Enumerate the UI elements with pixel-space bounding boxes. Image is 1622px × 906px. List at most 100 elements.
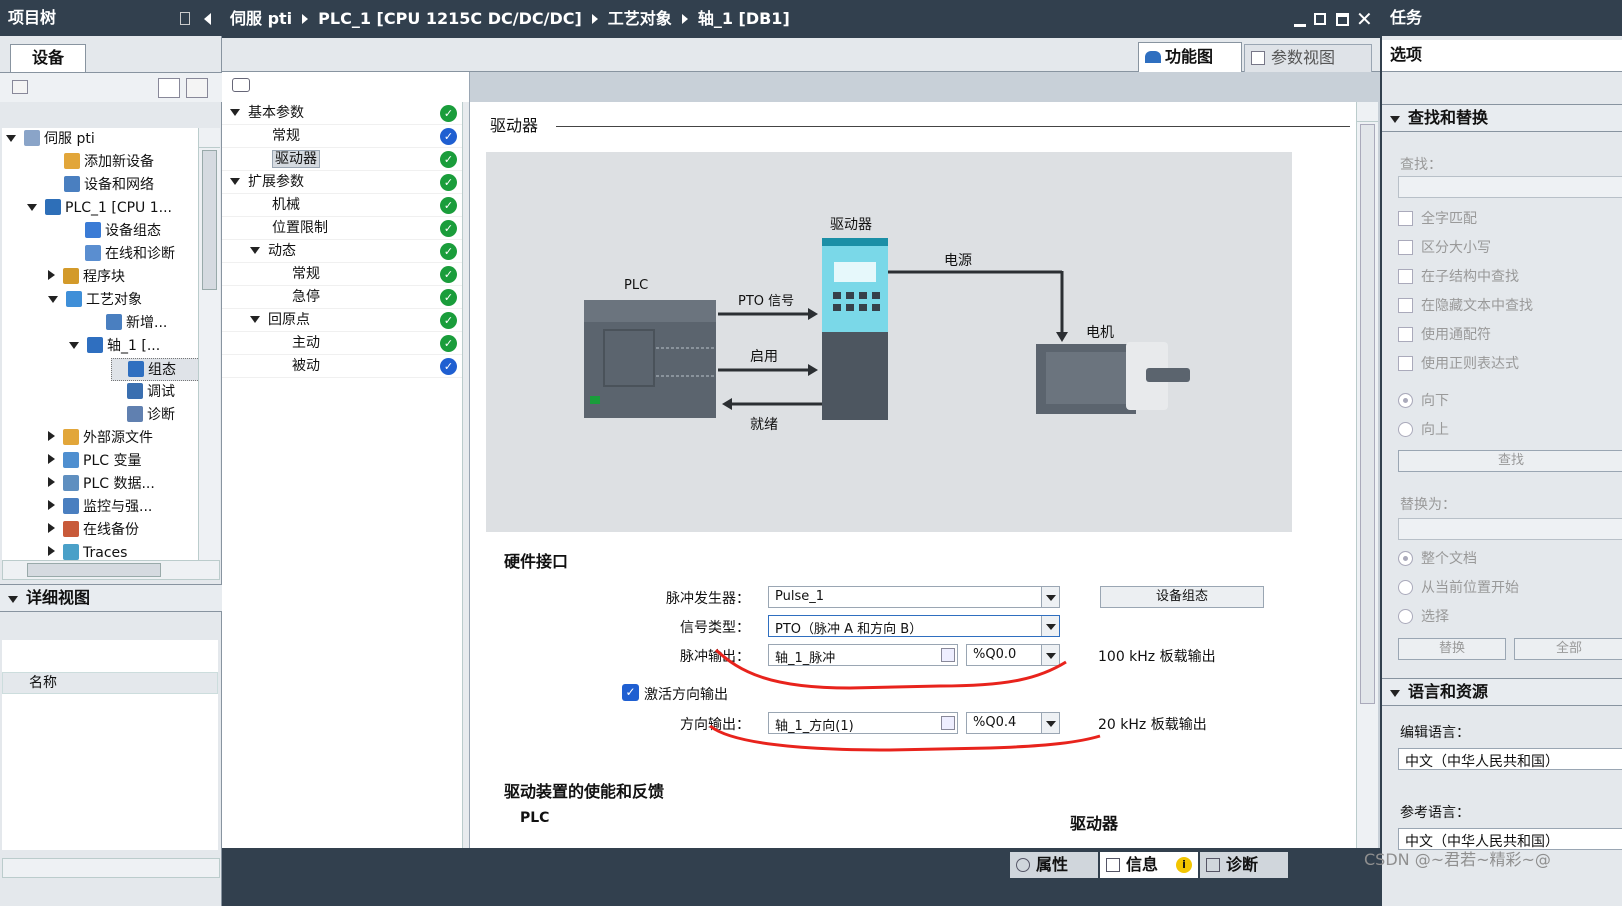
dir-out-field[interactable]: 轴_1_方向(1) bbox=[768, 712, 958, 734]
dir-out-addr-field[interactable]: %Q0.4 bbox=[966, 712, 1060, 734]
expand-down-icon[interactable] bbox=[250, 316, 260, 323]
expand-right-icon[interactable] bbox=[48, 546, 55, 556]
scroll-up-icon[interactable] bbox=[199, 128, 220, 148]
expand-down-icon[interactable] bbox=[250, 247, 260, 254]
tab-devices[interactable]: 设备 bbox=[10, 44, 86, 72]
checkbox-icon[interactable] bbox=[1398, 269, 1413, 284]
find-option[interactable]: 区分大小写 bbox=[1398, 239, 1491, 259]
dropdown-arrow-icon[interactable] bbox=[1041, 645, 1059, 665]
tab-function-view[interactable]: 功能图 bbox=[1138, 42, 1242, 72]
radio-icon[interactable] bbox=[1398, 422, 1413, 437]
nav-splitter[interactable] bbox=[462, 102, 469, 848]
tree-item[interactable]: 程序块 bbox=[48, 266, 125, 289]
find-option[interactable]: 在隐藏文本中查找 bbox=[1398, 297, 1533, 317]
nav-item[interactable]: 驱动器 ✓ bbox=[222, 148, 462, 171]
tab-info[interactable]: 信息 i bbox=[1100, 852, 1198, 878]
tag-list-icon[interactable] bbox=[941, 648, 955, 662]
expand-right-icon[interactable] bbox=[48, 431, 55, 441]
expand-down-icon[interactable] bbox=[69, 342, 79, 349]
replace-all-button[interactable]: 全部 bbox=[1514, 638, 1622, 660]
scroll-up-icon[interactable] bbox=[1357, 102, 1378, 122]
overview-icon[interactable] bbox=[186, 78, 208, 98]
tree-item[interactable]: 组态 bbox=[111, 358, 198, 381]
nav-item[interactable]: 回原点 ✓ bbox=[222, 309, 462, 332]
replace-input[interactable] bbox=[1398, 518, 1622, 540]
expand-down-icon[interactable] bbox=[27, 204, 37, 211]
dropdown-arrow-icon[interactable] bbox=[1041, 616, 1059, 636]
find-option[interactable]: 使用通配符 bbox=[1398, 326, 1491, 346]
pulse-gen-select[interactable]: Pulse_1 bbox=[768, 586, 1060, 608]
nav-item[interactable]: 被动 ✓ bbox=[222, 355, 462, 378]
nav-item[interactable]: 基本参数 ✓ bbox=[222, 102, 462, 125]
detail-hscroll[interactable] bbox=[2, 858, 220, 878]
tree-item[interactable]: 在线备份 bbox=[48, 519, 139, 542]
nav-item[interactable]: 主动 ✓ bbox=[222, 332, 462, 355]
breadcrumb-item[interactable]: 轴_1 [DB1] bbox=[698, 9, 790, 28]
find-option[interactable]: 在子结构中查找 bbox=[1398, 268, 1519, 288]
pulse-out-addr-field[interactable]: %Q0.0 bbox=[966, 644, 1060, 666]
expand-down-icon[interactable] bbox=[6, 135, 16, 142]
minimize-icon[interactable] bbox=[1294, 24, 1306, 27]
checkbox-icon[interactable] bbox=[1398, 240, 1413, 255]
tree-item[interactable]: Traces bbox=[48, 542, 127, 560]
nav-item[interactable]: 扩展参数 ✓ bbox=[222, 171, 462, 194]
nav-item[interactable]: 位置限制 ✓ bbox=[222, 217, 462, 240]
scope-option[interactable]: 整个文档 bbox=[1398, 550, 1477, 570]
pulse-out-field[interactable]: 轴_1_脉冲 bbox=[768, 644, 958, 666]
scroll-thumb[interactable] bbox=[1360, 124, 1375, 704]
tree-vscroll[interactable] bbox=[198, 128, 220, 560]
tree-item[interactable]: 轴_1 [... bbox=[69, 335, 160, 358]
tree-item[interactable]: 工艺对象 bbox=[48, 289, 142, 312]
detail-view-header[interactable]: 详细视图 bbox=[0, 584, 222, 612]
expand-down-icon[interactable] bbox=[48, 296, 58, 303]
find-option[interactable]: 全字匹配 bbox=[1398, 210, 1477, 230]
tree-item[interactable]: 添加新设备 bbox=[48, 151, 154, 174]
nav-item[interactable]: 急停 ✓ bbox=[222, 286, 462, 309]
name-column-header[interactable]: 名称 bbox=[2, 672, 218, 694]
list-view-icon[interactable] bbox=[158, 78, 180, 98]
scope-option[interactable]: 选择 bbox=[1398, 608, 1449, 628]
restore-icon[interactable] bbox=[1314, 13, 1326, 25]
checkbox-icon[interactable] bbox=[1398, 356, 1413, 371]
find-replace-header[interactable]: 查找和替换 bbox=[1382, 104, 1622, 132]
checkbox-icon[interactable] bbox=[1398, 327, 1413, 342]
nav-item[interactable]: 动态 ✓ bbox=[222, 240, 462, 263]
tree-item[interactable]: PLC 数据... bbox=[48, 473, 155, 496]
lang-resources-header[interactable]: 语言和资源 bbox=[1382, 678, 1622, 706]
expand-down-icon[interactable] bbox=[230, 109, 240, 116]
pin-icon[interactable] bbox=[180, 12, 190, 25]
tree-hscroll[interactable] bbox=[2, 560, 220, 580]
edit-lang-select[interactable]: 中文（中华人民共和国） bbox=[1398, 748, 1622, 770]
expand-right-icon[interactable] bbox=[48, 523, 55, 533]
tree-item[interactable]: 设备组态 bbox=[69, 220, 161, 243]
tree-item[interactable]: 新增... bbox=[90, 312, 167, 335]
expand-right-icon[interactable] bbox=[48, 500, 55, 510]
tag-list-icon[interactable] bbox=[941, 716, 955, 730]
find-input[interactable] bbox=[1398, 176, 1622, 198]
expand-all-icon[interactable] bbox=[232, 78, 250, 92]
radio-icon[interactable] bbox=[1398, 580, 1413, 595]
tree-item[interactable]: PLC_1 [CPU 1... bbox=[27, 197, 172, 220]
expand-down-icon[interactable] bbox=[230, 178, 240, 185]
maximize-icon[interactable] bbox=[1336, 13, 1349, 26]
tree-item[interactable]: 设备和网络 bbox=[48, 174, 154, 197]
breadcrumb-item[interactable]: 伺服 pti bbox=[230, 9, 292, 28]
content-vscroll[interactable] bbox=[1356, 102, 1378, 848]
breadcrumb-item[interactable]: PLC_1 [CPU 1215C DC/DC/DC] bbox=[318, 9, 582, 28]
dropdown-arrow-icon[interactable] bbox=[1041, 713, 1059, 733]
tree-item[interactable]: 诊断 bbox=[111, 404, 175, 427]
expand-right-icon[interactable] bbox=[48, 454, 55, 464]
expand-right-icon[interactable] bbox=[48, 477, 55, 487]
dropdown-arrow-icon[interactable] bbox=[1041, 587, 1059, 607]
direction-option[interactable]: 向下 bbox=[1398, 392, 1449, 412]
nav-item[interactable]: 常规 ✓ bbox=[222, 125, 462, 148]
scroll-thumb[interactable] bbox=[202, 150, 217, 290]
radio-icon[interactable] bbox=[1398, 551, 1413, 566]
collapse-left-icon[interactable] bbox=[204, 13, 211, 25]
replace-button[interactable]: 替换 bbox=[1398, 638, 1506, 660]
checkbox-icon[interactable] bbox=[1398, 211, 1413, 226]
tree-item[interactable]: 伺服 pti bbox=[6, 128, 95, 151]
nav-item[interactable]: 常规 ✓ bbox=[222, 263, 462, 286]
find-option[interactable]: 使用正则表达式 bbox=[1398, 355, 1519, 375]
tree-item[interactable]: 外部源文件 bbox=[48, 427, 153, 450]
